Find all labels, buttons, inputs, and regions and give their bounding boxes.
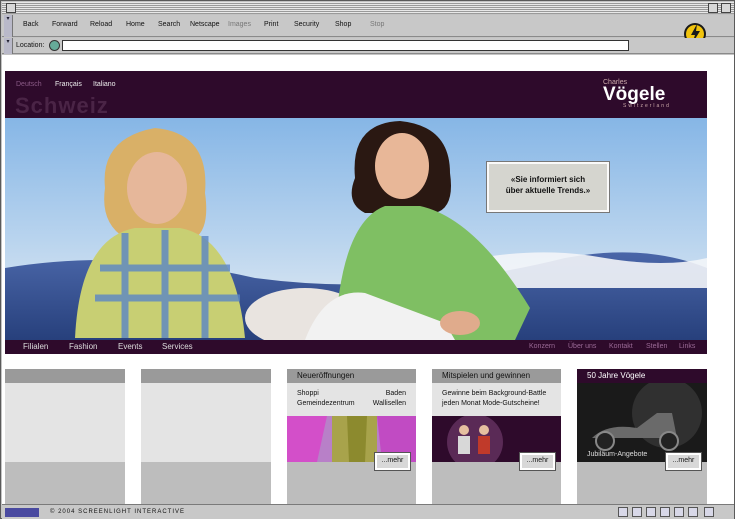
zoom-box[interactable] [708, 3, 718, 13]
nav-stellen[interactable]: Stellen [646, 343, 667, 350]
nav-filialen[interactable]: Filialen [23, 342, 48, 351]
home-button[interactable]: Home [126, 21, 145, 28]
images-button[interactable]: Images [228, 21, 251, 28]
browser-window: ▾ Back Forward Reload Home Search Netsca… [0, 0, 735, 519]
nav-ueber-uns[interactable]: Über uns [568, 343, 596, 350]
status-text: © 2004 SCREENLIGHT INTERACTIVE [50, 509, 186, 515]
search-button[interactable]: Search [158, 21, 180, 28]
hero-banner: «Sie informiert sich über aktuelle Trend… [5, 118, 707, 340]
reload-button[interactable]: Reload [90, 21, 112, 28]
teaser-title: Mitspielen und gewinnen [442, 371, 531, 380]
navigator-icon[interactable] [632, 507, 642, 517]
location-input[interactable] [62, 40, 629, 51]
nav-events[interactable]: Events [118, 342, 142, 351]
security-button[interactable]: Security [294, 21, 319, 28]
nav-konzern[interactable]: Konzern [529, 343, 555, 350]
nav-services[interactable]: Services [162, 342, 193, 351]
main-navigation: Filialen Fashion Events Services Konzern… [5, 340, 707, 354]
print-button[interactable]: Print [264, 21, 278, 28]
mehr-button[interactable]: ...mehr [374, 452, 411, 471]
nav-fashion[interactable]: Fashion [69, 342, 97, 351]
teaser-title: 50 Jahre Vögele [587, 371, 646, 380]
lang-italiano[interactable]: Italiano [93, 81, 116, 88]
nav-kontakt[interactable]: Kontakt [609, 343, 633, 350]
store-baden[interactable]: Baden [386, 390, 406, 397]
navigation-toolbar: ▾ Back Forward Reload Home Search Netsca… [2, 15, 734, 37]
store-shoppi[interactable]: Shoppi [297, 390, 319, 397]
collapse-box[interactable] [721, 3, 731, 13]
teaser-text-1: Gewinne beim Background-Battle [442, 390, 547, 397]
teaser-empty-2 [141, 369, 271, 504]
region-heading: Schweiz [15, 93, 109, 118]
toolbar-collapse-tab[interactable]: ▾ [4, 15, 13, 37]
location-label: Location: [16, 42, 45, 49]
status-bar: © 2004 SCREENLIGHT INTERACTIVE [2, 504, 734, 519]
address-book-icon[interactable] [674, 507, 684, 517]
store-gemeindezentrum[interactable]: Gemeindezentrum [297, 400, 355, 407]
resize-grip-icon[interactable] [704, 507, 714, 517]
location-bar: ▾ Location: [2, 38, 734, 54]
title-bar[interactable] [2, 2, 734, 14]
teaser-mitspielen: Mitspielen und gewinnen Gewinne beim Bac… [432, 369, 561, 504]
lang-francais[interactable]: Français [55, 81, 82, 88]
lang-deutsch[interactable]: Deutsch [16, 81, 42, 88]
speech-bubble: «Sie informiert sich über aktuelle Trend… [486, 161, 610, 213]
security-lock-icon[interactable] [618, 507, 628, 517]
close-box[interactable] [6, 3, 16, 13]
brand-subtitle: Switzerland [623, 103, 671, 109]
bubble-line-2: über aktuelle Trends.» [505, 186, 591, 195]
bubble-line-1: «Sie informiert sich [510, 175, 586, 184]
page-content: Deutsch Français Italiano Schweiz Charle… [2, 55, 734, 504]
netscape-button[interactable]: Netscape [190, 21, 220, 28]
teaser-text-2: jeden Monat Mode-Gutscheine! [442, 400, 540, 407]
teaser-title: Neueröffnungen [297, 371, 355, 380]
mehr-button[interactable]: ...mehr [665, 452, 702, 471]
teaser-empty-1 [5, 369, 125, 504]
composer-icon[interactable] [660, 507, 670, 517]
forward-button[interactable]: Forward [52, 21, 78, 28]
location-collapse-tab[interactable]: ▾ [4, 38, 13, 54]
mehr-button[interactable]: ...mehr [519, 452, 556, 471]
page-proxy-icon[interactable] [49, 40, 60, 51]
newsgroups-icon[interactable] [688, 507, 698, 517]
store-wallisellen[interactable]: Wallisellen [373, 400, 406, 407]
progress-icon [5, 508, 39, 517]
teaser-caption[interactable]: Jubiläum-Angebote [587, 451, 647, 458]
shop-button[interactable]: Shop [335, 21, 351, 28]
site-header: Deutsch Français Italiano Schweiz Charle… [5, 71, 707, 118]
teaser-neueroeffnungen: Neueröffnungen Shoppi Baden Gemeindezent… [287, 369, 416, 504]
back-button[interactable]: Back [23, 21, 39, 28]
nav-links[interactable]: Links [679, 343, 695, 350]
stop-button[interactable]: Stop [370, 21, 384, 28]
mail-icon[interactable] [646, 507, 656, 517]
teaser-50-jahre: 50 Jahre Vögele Jubiläum-Angebote ...meh… [577, 369, 707, 504]
